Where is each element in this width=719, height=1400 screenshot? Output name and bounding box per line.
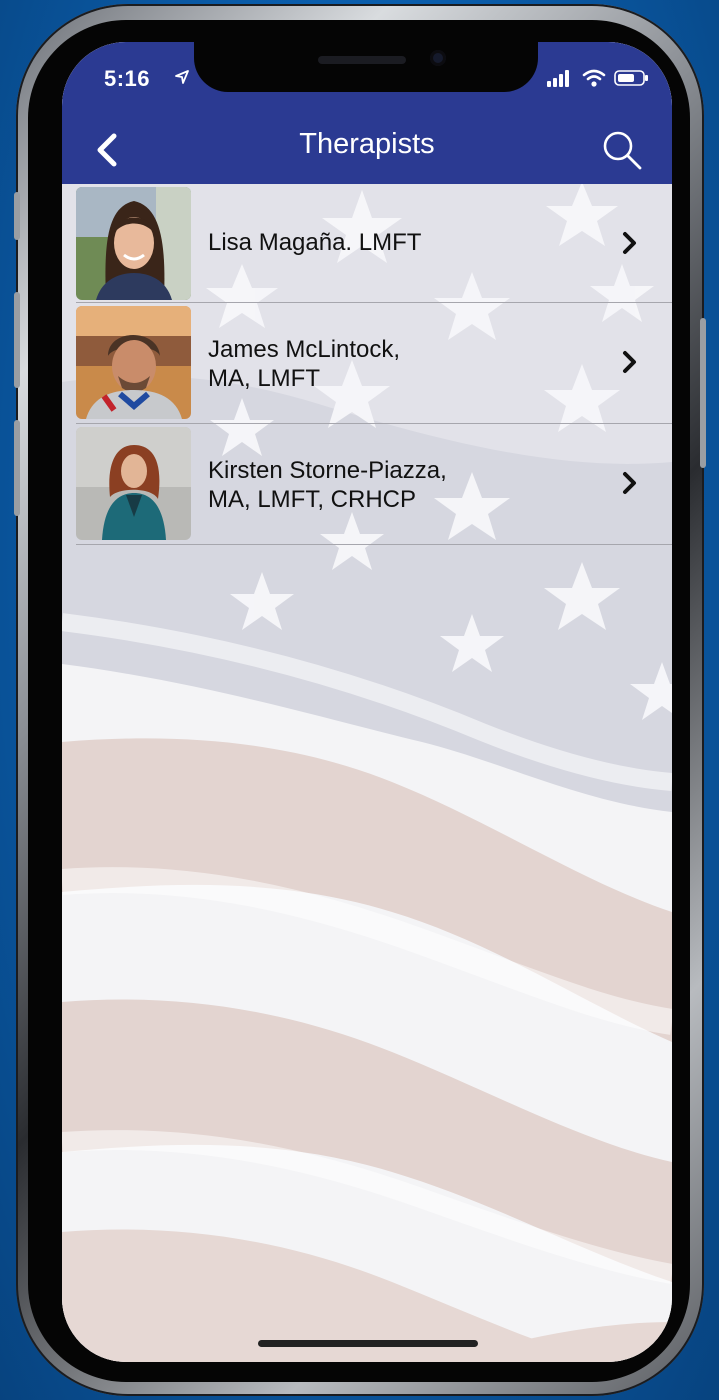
chevron-right-icon xyxy=(623,472,636,494)
location-arrow-icon xyxy=(175,70,189,84)
volume-up-button xyxy=(14,292,20,388)
search-icon xyxy=(603,131,642,170)
status-icons xyxy=(547,69,650,87)
status-time: 5:16 xyxy=(104,66,151,91)
therapist-photo xyxy=(76,427,191,540)
speaker xyxy=(318,56,406,64)
therapist-name-line1: Kirsten Storne-Piazza, xyxy=(208,457,447,484)
cellular-signal-icon xyxy=(547,70,570,87)
chevron-right-icon xyxy=(623,232,636,254)
wifi-icon xyxy=(582,69,605,87)
page-title: Therapists xyxy=(299,128,435,160)
navigation-bar: 5:16 Therapists xyxy=(62,42,672,184)
power-button xyxy=(700,318,706,468)
front-camera xyxy=(430,50,446,66)
app-screen: 5:16 Therapists Lisa Magaña. LMFT James … xyxy=(62,42,672,1362)
therapist-name-line2: MA, LMFT xyxy=(208,365,320,392)
battery-icon xyxy=(614,70,648,86)
silent-switch xyxy=(14,192,20,240)
chevron-right-icon xyxy=(623,351,636,373)
notch xyxy=(194,42,538,92)
therapist-photo xyxy=(76,306,191,419)
therapist-row[interactable]: Kirsten Storne-Piazza, MA, LMFT, CRHCP xyxy=(76,424,672,545)
therapist-row[interactable]: James McLintock, MA, LMFT xyxy=(76,303,672,424)
therapist-name-line2: MA, LMFT, CRHCP xyxy=(208,486,417,513)
volume-down-button xyxy=(14,420,20,516)
search-button[interactable] xyxy=(600,128,644,172)
therapist-row[interactable]: Lisa Magaña. LMFT xyxy=(76,184,672,303)
home-indicator[interactable] xyxy=(258,1340,478,1347)
therapist-list: Lisa Magaña. LMFT James McLintock, MA, L… xyxy=(62,184,672,545)
therapist-photo xyxy=(76,187,191,300)
therapist-name-line1: Lisa Magaña. LMFT xyxy=(208,229,422,256)
therapist-name-line1: James McLintock, xyxy=(208,336,401,363)
